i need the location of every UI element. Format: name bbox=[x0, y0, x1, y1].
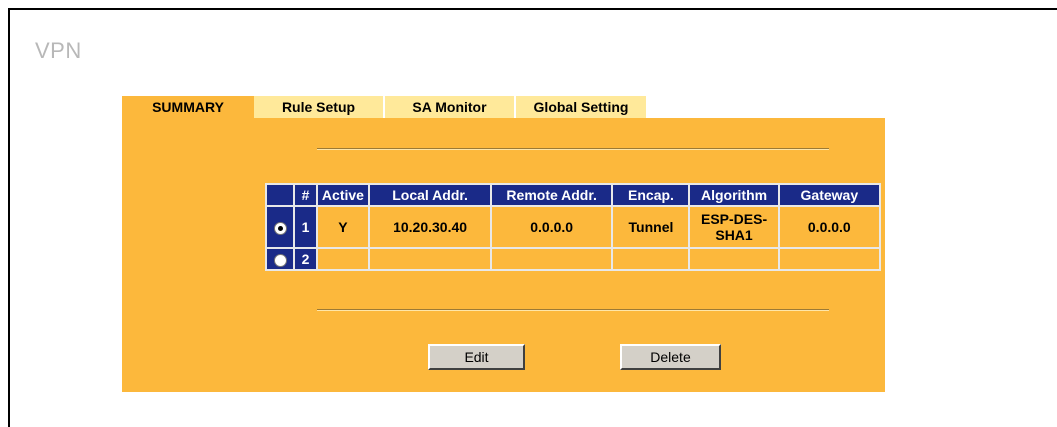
row-select-radio[interactable] bbox=[273, 221, 287, 235]
tab-rule-setup[interactable]: Rule Setup bbox=[254, 96, 385, 118]
column-header-algorithm: Algorithm bbox=[690, 185, 778, 205]
row-algorithm-value: ESP-DES-SHA1 bbox=[700, 211, 768, 243]
page-title: VPN bbox=[35, 38, 82, 63]
table-row: 1 Y 10.20.30.40 0.0.0.0 Tunnel ESP-DES-S… bbox=[267, 207, 879, 247]
row-gateway: 0.0.0.0 bbox=[779, 207, 879, 247]
top-divider bbox=[317, 148, 829, 150]
table-header-row: # Active Local Addr. Remote Addr. Encap.… bbox=[267, 185, 879, 205]
row-select-cell bbox=[267, 207, 294, 247]
row-remote-addr: 0.0.0.0 bbox=[491, 207, 612, 247]
row-number: 1 bbox=[295, 207, 316, 247]
summary-panel: # Active Local Addr. Remote Addr. Encap.… bbox=[122, 118, 885, 392]
row-encap bbox=[613, 249, 689, 269]
tab-global-setting[interactable]: Global Setting bbox=[516, 96, 648, 118]
row-encap: Tunnel bbox=[613, 207, 689, 247]
row-algorithm bbox=[690, 249, 778, 269]
column-header-number: # bbox=[295, 185, 316, 205]
tab-summary[interactable]: SUMMARY bbox=[122, 96, 254, 118]
column-header-active: Active bbox=[317, 185, 369, 205]
row-local-addr bbox=[370, 249, 490, 269]
row-gateway bbox=[779, 249, 879, 269]
bottom-divider bbox=[317, 309, 829, 311]
row-number: 2 bbox=[295, 249, 316, 269]
row-select-radio[interactable] bbox=[273, 253, 287, 267]
edit-button[interactable]: Edit bbox=[428, 344, 525, 370]
vpn-summary-table: # Active Local Addr. Remote Addr. Encap.… bbox=[265, 183, 881, 271]
tab-sa-monitor[interactable]: SA Monitor bbox=[385, 96, 516, 118]
row-active: Y bbox=[317, 207, 369, 247]
row-select-cell bbox=[267, 249, 294, 269]
row-remote-addr bbox=[491, 249, 612, 269]
column-header-local-addr: Local Addr. bbox=[370, 185, 490, 205]
row-active bbox=[317, 249, 369, 269]
delete-button[interactable]: Delete bbox=[620, 344, 721, 370]
select-column-header bbox=[267, 185, 294, 205]
tab-bar: SUMMARY Rule Setup SA Monitor Global Set… bbox=[122, 96, 648, 118]
row-local-addr: 10.20.30.40 bbox=[370, 207, 490, 247]
table-row: 2 bbox=[267, 249, 879, 269]
column-header-remote-addr: Remote Addr. bbox=[491, 185, 612, 205]
column-header-gateway: Gateway bbox=[779, 185, 879, 205]
row-algorithm: ESP-DES-SHA1 bbox=[690, 207, 778, 247]
column-header-encap: Encap. bbox=[613, 185, 689, 205]
